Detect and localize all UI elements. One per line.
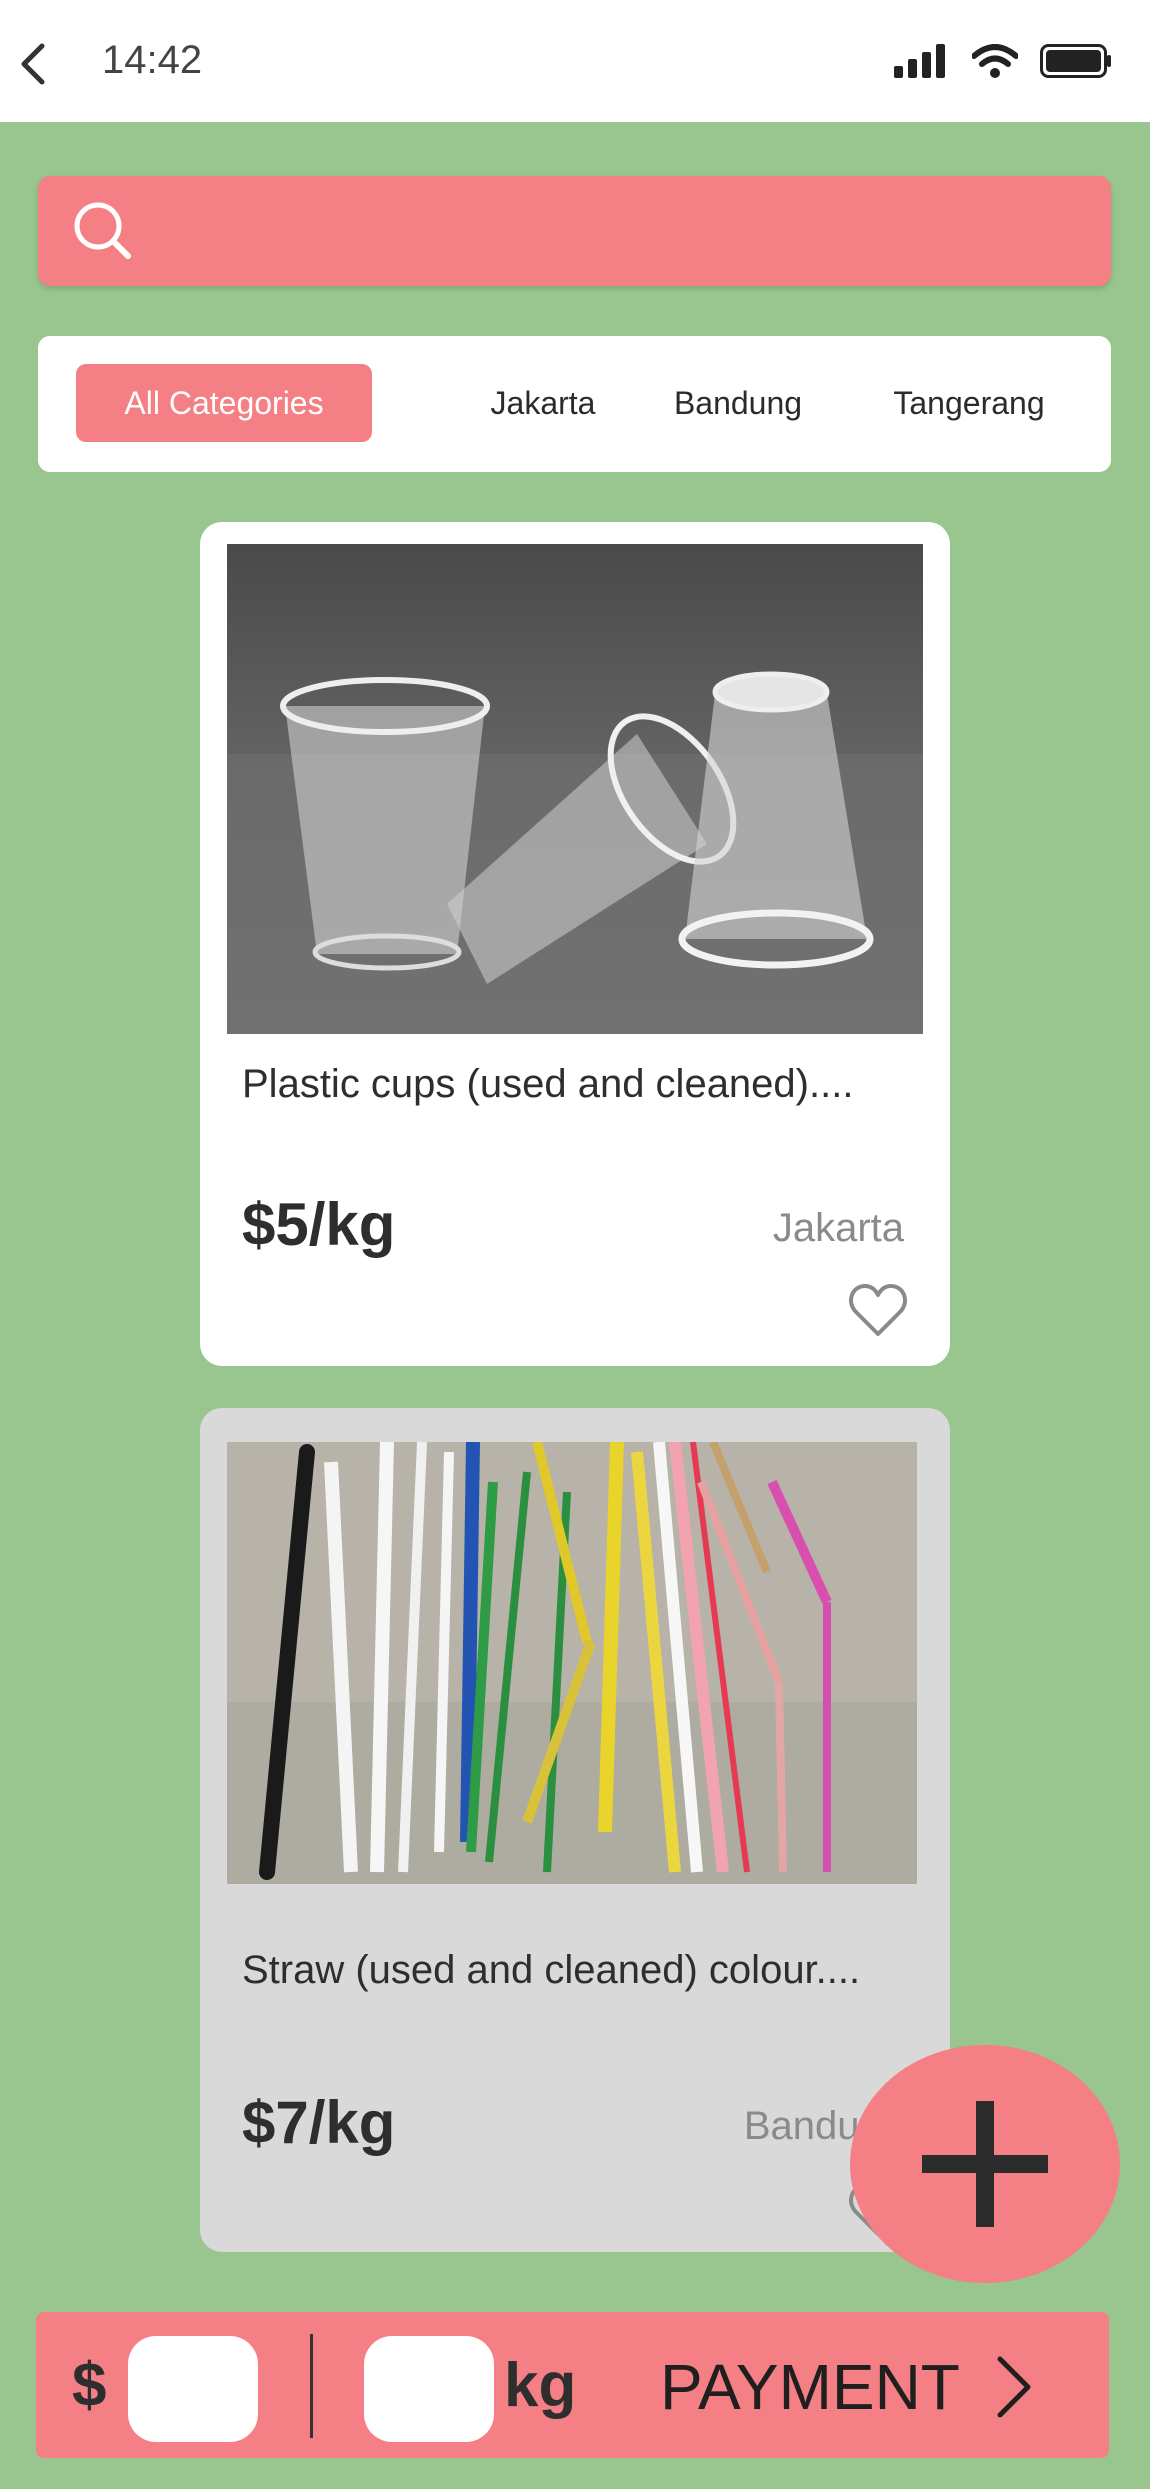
back-icon[interactable] xyxy=(14,40,54,88)
weight-input[interactable] xyxy=(364,2336,494,2442)
signal-icon xyxy=(894,44,945,78)
weight-unit: kg xyxy=(504,2351,577,2420)
add-button[interactable] xyxy=(850,2045,1120,2283)
product-price: $7/kg xyxy=(242,2089,396,2156)
product-card[interactable]: Plastic cups (used and cleaned).... $5/k… xyxy=(200,522,950,1366)
category-tangerang[interactable]: Tangerang xyxy=(832,364,1106,442)
price-input[interactable] xyxy=(128,2336,258,2442)
payment-bar: $ kg PAYMENT xyxy=(36,2312,1109,2458)
category-jakarta[interactable]: Jakarta xyxy=(442,364,644,442)
product-card[interactable]: Straw (used and cleaned) colour.... $7/k… xyxy=(200,1408,950,2252)
search-bar[interactable] xyxy=(38,176,1111,286)
product-title: Plastic cups (used and cleaned).... xyxy=(242,1062,854,1106)
status-bar: 14:42 xyxy=(0,0,1150,122)
plastic-cups-photo xyxy=(227,544,923,1034)
status-time: 14:42 xyxy=(102,38,203,82)
category-bandung[interactable]: Bandung xyxy=(616,364,860,442)
heart-icon[interactable] xyxy=(848,1284,908,1338)
product-price: $5/kg xyxy=(242,1191,396,1258)
status-icons xyxy=(894,44,1112,78)
chevron-right-icon xyxy=(997,2356,1031,2418)
search-icon xyxy=(74,202,131,259)
plus-icon xyxy=(922,2101,1048,2227)
category-all[interactable]: All Categories xyxy=(76,364,372,442)
category-filter-bar: All Categories Jakarta Bandung Tangerang xyxy=(38,336,1111,472)
currency-symbol: $ xyxy=(72,2351,107,2420)
battery-icon xyxy=(1040,44,1111,78)
payment-label: PAYMENT xyxy=(660,2351,960,2423)
straws-photo xyxy=(227,1442,917,1884)
divider xyxy=(310,2334,313,2438)
wifi-icon xyxy=(972,44,1018,78)
product-city: Jakarta xyxy=(772,1206,904,1250)
product-title: Straw (used and cleaned) colour.... xyxy=(242,1948,861,1992)
payment-button[interactable]: PAYMENT xyxy=(660,2342,1034,2432)
